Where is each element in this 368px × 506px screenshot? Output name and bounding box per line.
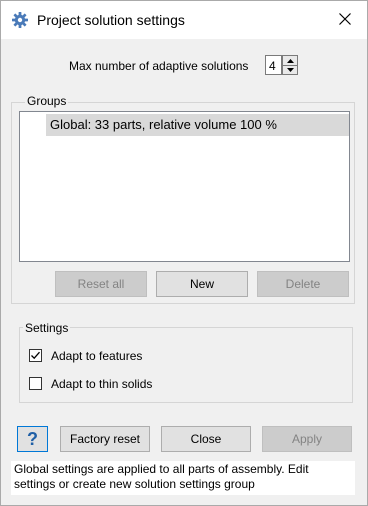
adapt-thin-solids-checkbox[interactable] [29, 377, 42, 390]
chevron-down-icon [286, 67, 294, 72]
gear-icon [11, 11, 29, 29]
list-item[interactable]: Global: 33 parts, relative volume 100 % [46, 114, 349, 136]
max-adaptive-input[interactable]: 4 [265, 55, 282, 75]
close-button[interactable]: Close [161, 426, 251, 452]
info-panel: Global settings are applied to all parts… [11, 461, 355, 495]
spin-down-button[interactable] [283, 65, 297, 74]
new-group-button[interactable]: New [156, 271, 248, 297]
max-adaptive-spinner[interactable] [282, 55, 298, 75]
help-button[interactable]: ? [17, 426, 48, 452]
settings-box [19, 327, 353, 403]
dialog-window: Project solution settings Max number of … [0, 0, 368, 506]
factory-reset-button[interactable]: Factory reset [60, 426, 150, 452]
title-bar[interactable]: Project solution settings [1, 1, 367, 39]
max-adaptive-label: Max number of adaptive solutions [69, 59, 249, 73]
max-adaptive-row: Max number of adaptive solutions 4 [1, 55, 367, 77]
window-title: Project solution settings [37, 12, 185, 28]
adapt-features-label: Adapt to features [51, 349, 143, 363]
close-window-button[interactable] [323, 1, 367, 39]
info-text-line-2: settings or create new solution settings… [14, 477, 255, 491]
reset-all-button[interactable]: Reset all [55, 271, 147, 297]
close-icon [339, 12, 351, 28]
chevron-up-icon [286, 58, 294, 63]
apply-button[interactable]: Apply [262, 426, 352, 452]
groups-label: Groups [25, 94, 69, 108]
info-text-line-1: Global settings are applied to all parts… [14, 462, 309, 476]
adapt-thin-solids-label: Adapt to thin solids [51, 377, 153, 391]
settings-label: Settings [23, 321, 71, 335]
help-icon: ? [27, 428, 38, 449]
delete-button[interactable]: Delete [257, 271, 349, 297]
groups-list[interactable]: Global: 33 parts, relative volume 100 % [19, 111, 350, 262]
check-icon [31, 351, 40, 360]
adapt-features-checkbox[interactable] [29, 349, 42, 362]
